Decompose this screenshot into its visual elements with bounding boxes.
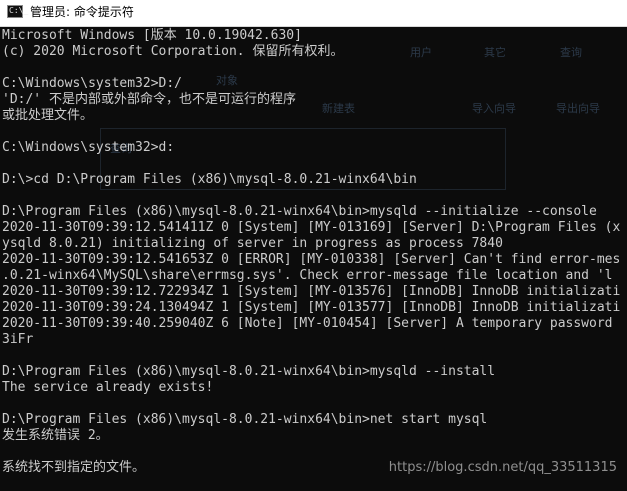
window-title: 管理员: 命令提示符 — [30, 5, 134, 19]
console-line: 2020-11-30T09:39:24.130494Z 1 [System] [… — [2, 300, 621, 315]
console-line: 发生系统错误 2。 — [2, 428, 109, 443]
console-line: ysqld 8.0.21) initializing of server in … — [2, 236, 503, 251]
console-line: Microsoft Windows [版本 10.0.19042.630] — [2, 28, 302, 43]
console-line: .0.21-winx64\MySQL\share\errmsg.sys'. Ch… — [2, 268, 613, 283]
console-line: 系统找不到指定的文件。 — [2, 460, 146, 475]
console-line: 'D:/' 不是内部或外部命令，也不是可运行的程序 — [2, 92, 296, 107]
console-line: D:\Program Files (x86)\mysql-8.0.21-winx… — [2, 204, 597, 219]
console-line: 2020-11-30T09:39:12.541653Z 0 [ERROR] [M… — [2, 252, 621, 267]
watermark-text: https://blog.csdn.net/qq_33511315 — [388, 460, 617, 475]
console-line: The service already exists! — [2, 380, 214, 395]
console-line: 2020-11-30T09:39:12.722934Z 1 [System] [… — [2, 284, 621, 299]
console-line: (c) 2020 Microsoft Corporation. 保留所有权利。 — [2, 44, 344, 59]
console-line: C:\Windows\system32>D:/ — [2, 76, 183, 91]
console-line: 3iFr — [2, 332, 34, 347]
cmd-console-icon: C:\_ — [7, 5, 28, 18]
console-line: 2020-11-30T09:39:12.541411Z 0 [System] [… — [2, 220, 621, 235]
title-bar[interactable]: C:\_ 管理员: 命令提示符 — [0, 0, 627, 27]
console-line: 或批处理文件。 — [2, 108, 94, 123]
command-prompt-window: C:\_ 管理员: 命令提示符 用户 其它 查询 对象 查询 新建表 导入向导 导出向导 Mic… — [0, 0, 627, 491]
console-output[interactable]: Microsoft Windows [版本 10.0.19042.630] (c)… — [0, 27, 627, 491]
console-line: D:\Program Files (x86)\mysql-8.0.21-winx… — [2, 364, 496, 379]
console-line: D:\Program Files (x86)\mysql-8.0.21-winx… — [2, 412, 488, 427]
console-line: D:\>cd D:\Program Files (x86)\mysql-8.0.… — [2, 172, 417, 187]
console-line: C:\Windows\system32>d: — [2, 140, 175, 155]
console-line: 2020-11-30T09:39:40.259040Z 6 [Note] [MY… — [2, 316, 613, 331]
